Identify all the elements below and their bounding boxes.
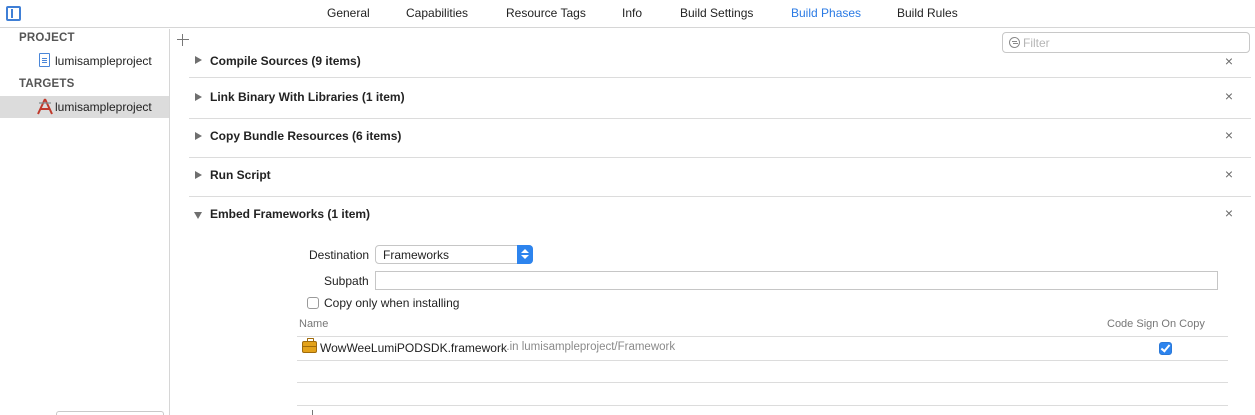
- tabs: General Capabilities Resource Tags Info …: [0, 0, 1255, 28]
- close-icon[interactable]: ×: [1222, 206, 1236, 220]
- tab-info[interactable]: Info: [622, 6, 642, 20]
- disclosure-triangle-icon[interactable]: [195, 171, 202, 179]
- phase-link-binary[interactable]: Link Binary With Libraries (1 item) ×: [189, 80, 1251, 119]
- close-icon[interactable]: ×: [1222, 89, 1236, 103]
- close-icon[interactable]: ×: [1222, 54, 1236, 68]
- subpath-input[interactable]: [375, 271, 1218, 290]
- destination-value: Frameworks: [383, 248, 450, 262]
- subpath-label: Subpath: [324, 274, 369, 288]
- phase-compile-sources[interactable]: Compile Sources (9 items) ×: [189, 46, 1251, 78]
- disclosure-triangle-icon[interactable]: [195, 56, 202, 64]
- add-build-phase-button[interactable]: [176, 33, 190, 47]
- select-arrows-icon: [517, 245, 533, 264]
- tab-capabilities[interactable]: Capabilities: [406, 6, 468, 20]
- disclosure-triangle-icon[interactable]: [195, 93, 202, 101]
- close-icon[interactable]: ×: [1222, 128, 1236, 142]
- table-divider: [297, 336, 1228, 337]
- sidebar-filter-field[interactable]: [56, 411, 164, 415]
- code-sign-checkbox[interactable]: [1159, 342, 1172, 355]
- editor-tab-bar: General Capabilities Resource Tags Info …: [0, 0, 1255, 28]
- tab-build-rules[interactable]: Build Rules: [897, 6, 958, 20]
- project-navigator: PROJECT lumisampleproject TARGETS lumisa…: [0, 29, 170, 415]
- sidebar-item-target[interactable]: lumisampleproject: [0, 96, 169, 118]
- tab-resource-tags[interactable]: Resource Tags: [506, 6, 586, 20]
- tab-general[interactable]: General: [327, 6, 370, 20]
- project-section-header: PROJECT: [19, 32, 75, 44]
- targets-section-header: TARGETS: [19, 78, 75, 90]
- disclosure-triangle-icon[interactable]: [194, 212, 202, 219]
- build-phases-editor: Compile Sources (9 items) × Link Binary …: [171, 29, 1255, 415]
- phase-title: Copy Bundle Resources (6 items): [210, 129, 402, 143]
- phase-title: Compile Sources (9 items): [210, 54, 361, 68]
- sidebar-item-project[interactable]: lumisampleproject: [0, 50, 169, 72]
- phase-title: Run Script: [210, 168, 271, 182]
- code-sign-column-header[interactable]: Code Sign On Copy: [1107, 318, 1205, 330]
- close-icon[interactable]: ×: [1222, 167, 1236, 181]
- phase-copy-bundle-resources[interactable]: Copy Bundle Resources (6 items) ×: [189, 119, 1251, 158]
- table-row[interactable]: WowWeeLumiPODSDK.framework ...in lumisam…: [297, 338, 1228, 359]
- copy-only-label: Copy only when installing: [324, 296, 460, 310]
- table-divider: [297, 405, 1228, 406]
- disclosure-triangle-icon[interactable]: [195, 132, 202, 140]
- destination-label: Destination: [309, 248, 370, 262]
- phase-title: Embed Frameworks (1 item): [210, 207, 371, 221]
- sidebar-item-label: lumisampleproject: [55, 54, 152, 68]
- framework-icon: [302, 338, 317, 353]
- framework-location: ...in lumisampleproject/Framework: [500, 341, 676, 353]
- table-divider: [297, 382, 1228, 383]
- embed-frameworks-body: Destination Frameworks Subpath Copy only…: [189, 224, 1251, 415]
- phase-run-script[interactable]: Run Script ×: [189, 158, 1251, 197]
- copy-only-checkbox[interactable]: [307, 297, 319, 309]
- project-file-icon: [39, 53, 50, 67]
- add-framework-button[interactable]: [308, 410, 318, 415]
- tab-build-settings[interactable]: Build Settings: [680, 6, 753, 20]
- app-target-icon: [37, 98, 53, 115]
- phase-title: Link Binary With Libraries (1 item): [210, 90, 405, 104]
- table-divider: [297, 360, 1228, 361]
- tab-build-phases[interactable]: Build Phases: [791, 6, 861, 20]
- sidebar-item-label: lumisampleproject: [55, 100, 152, 114]
- framework-name: WowWeeLumiPODSDK.framework: [320, 341, 507, 355]
- destination-select[interactable]: Frameworks: [375, 245, 533, 264]
- name-column-header[interactable]: Name: [299, 318, 328, 330]
